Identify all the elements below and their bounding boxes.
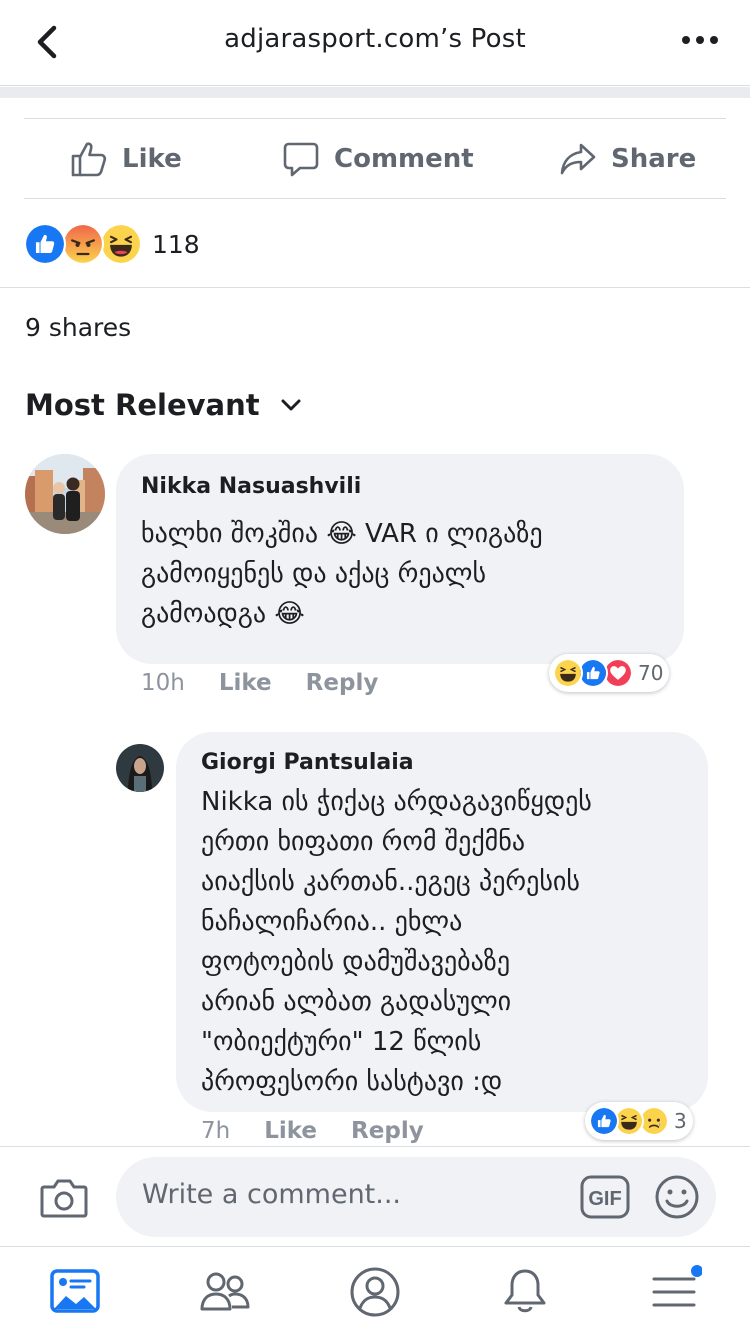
comment-time: 7h bbox=[201, 1118, 231, 1144]
post-action-bar: Like Comment Share bbox=[24, 118, 726, 199]
profile-photo bbox=[25, 454, 105, 534]
profile-icon[interactable] bbox=[348, 1265, 402, 1319]
comment-time: 10h bbox=[141, 670, 185, 696]
like-reaction-icon bbox=[24, 223, 66, 265]
divider bbox=[0, 287, 750, 288]
comment-line: ერთი ხიფათი რომ შექმნა bbox=[201, 827, 526, 857]
emoji-icon[interactable] bbox=[654, 1173, 700, 1221]
chevron-down-icon bbox=[281, 399, 301, 411]
comment-like-button[interactable]: Like bbox=[219, 670, 272, 696]
haha-reaction-icon bbox=[100, 223, 142, 265]
comment-composer: Write a comment... GIF bbox=[0, 1146, 750, 1246]
menu-icon[interactable] bbox=[648, 1265, 702, 1319]
comment-line: გამოიყენეს და აქაც რეალს bbox=[141, 559, 487, 589]
gif-icon[interactable]: GIF bbox=[580, 1173, 630, 1221]
avatar[interactable] bbox=[116, 744, 164, 792]
angry-reaction-icon bbox=[62, 223, 104, 265]
bottom-tab-bar bbox=[0, 1246, 750, 1334]
comment-reaction-count: 70 bbox=[638, 661, 664, 685]
comment-label: Comment bbox=[334, 144, 474, 174]
shares-count[interactable]: 9 shares bbox=[25, 313, 131, 342]
reactions-summary[interactable]: 118 bbox=[24, 222, 200, 266]
comment-line: Nikka ის ჭიქაც არდაგავიწყდეს bbox=[201, 787, 592, 817]
comment-line: ნაჩალიჩარია.. ეხლა bbox=[201, 907, 463, 937]
post-header: adjarasport.com’s Post bbox=[0, 0, 750, 86]
sort-label: Most Relevant bbox=[25, 388, 260, 422]
comment-reactions[interactable]: 70 bbox=[549, 654, 670, 692]
comment-text: Nikka ის ჭიქაც არდაგავიწყდეს ერთი ხიფათი… bbox=[201, 782, 592, 1102]
comment-author[interactable]: Nikka Nasuashvili bbox=[141, 474, 361, 499]
notifications-bell-icon[interactable] bbox=[498, 1265, 552, 1319]
avatar[interactable] bbox=[25, 454, 105, 534]
reaction-count: 118 bbox=[152, 229, 200, 259]
comment-reply-button[interactable]: Reply bbox=[351, 1118, 424, 1144]
comment-bubble[interactable]: Nikka Nasuashvili ხალხი შოკშია 😂 VAR ი ლ… bbox=[116, 454, 684, 664]
comment-like-button[interactable]: Like bbox=[264, 1118, 317, 1144]
profile-photo bbox=[116, 744, 164, 792]
share-button[interactable]: Share bbox=[559, 119, 696, 199]
comment-bubble[interactable]: Giorgi Pantsulaia Nikka ის ჭიქაც არდაგავ… bbox=[176, 732, 708, 1112]
like-button[interactable]: Like bbox=[70, 119, 182, 199]
gif-label: GIF bbox=[588, 1188, 621, 1210]
comment-sort-dropdown[interactable]: Most Relevant bbox=[25, 388, 302, 422]
comment-button[interactable]: Comment bbox=[282, 119, 474, 199]
comment-input[interactable]: Write a comment... GIF bbox=[116, 1157, 716, 1237]
page-title: adjarasport.com’s Post bbox=[224, 24, 526, 54]
section-divider bbox=[0, 87, 750, 98]
comment-line: პროფესორი სასტავი :დ bbox=[201, 1067, 503, 1097]
comment-line: ფოტოების დამუშავებაზე bbox=[201, 947, 511, 977]
thumbs-up-icon bbox=[71, 142, 107, 177]
news-feed-icon[interactable] bbox=[48, 1265, 102, 1319]
comment-meta: 10h Like Reply bbox=[141, 670, 412, 696]
haha-reaction-icon bbox=[553, 658, 583, 688]
more-options-icon[interactable] bbox=[680, 28, 720, 52]
comment-reaction-count: 3 bbox=[674, 1109, 687, 1133]
friends-icon[interactable] bbox=[198, 1265, 252, 1319]
share-arrow-icon bbox=[560, 143, 596, 175]
comment-author[interactable]: Giorgi Pantsulaia bbox=[201, 750, 414, 775]
comment-icon bbox=[283, 142, 319, 177]
comment-text: ხალხი შოკშია 😂 VAR ი ლიგაზე გამოიყენეს დ… bbox=[141, 514, 543, 634]
comment-reactions[interactable]: 3 bbox=[585, 1102, 693, 1140]
comment-line: არიან ალბათ გადასული bbox=[201, 987, 512, 1017]
like-reaction-icon bbox=[589, 1106, 619, 1136]
comment-placeholder: Write a comment... bbox=[142, 1179, 402, 1210]
comment-line: გამოადგა 😂 bbox=[141, 599, 305, 629]
comment-meta: 7h Like Reply bbox=[201, 1118, 458, 1144]
comment-reply-button[interactable]: Reply bbox=[306, 670, 379, 696]
comment-line: ხალხი შოკშია 😂 VAR ი ლიგაზე bbox=[141, 519, 543, 549]
camera-icon[interactable] bbox=[40, 1177, 88, 1219]
comment-line: აიაქსის კართან..ეგეც პერესის bbox=[201, 867, 580, 897]
share-label: Share bbox=[611, 144, 697, 174]
comment-line: "ობიექტური" 12 წლის bbox=[201, 1027, 482, 1057]
like-label: Like bbox=[122, 144, 182, 174]
